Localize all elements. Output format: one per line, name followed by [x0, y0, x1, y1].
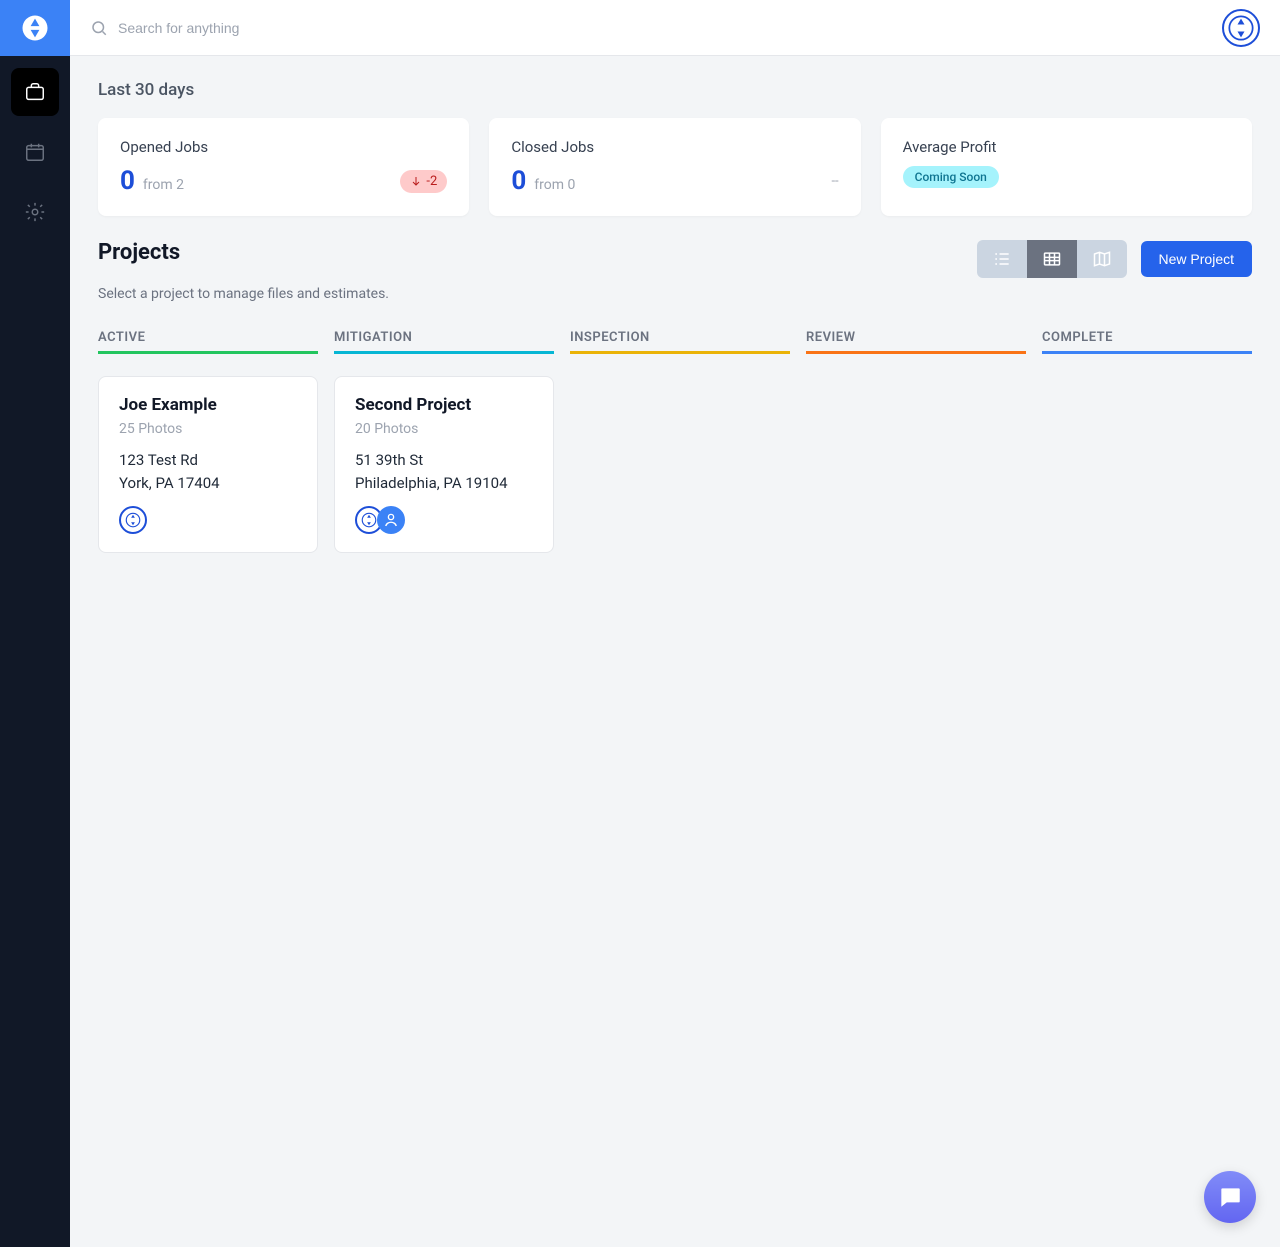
coming-soon-badge: Coming Soon	[903, 166, 999, 188]
project-users	[355, 506, 533, 534]
stat-card-closed: Closed Jobs 0 from 0 --	[489, 118, 860, 216]
search-input[interactable]	[118, 20, 418, 36]
addr-line-1: 123 Test Rd	[119, 449, 297, 472]
column-inspection: INSPECTION	[570, 330, 790, 553]
column-active: ACTIVE Joe Example 25 Photos 123 Test Rd…	[98, 330, 318, 553]
projects-heading: Projects	[98, 240, 180, 265]
project-card[interactable]: Second Project 20 Photos 51 39th St Phil…	[334, 376, 554, 553]
briefcase-icon	[24, 81, 46, 103]
column-header: INSPECTION	[570, 330, 790, 354]
aperture-icon	[1227, 14, 1255, 42]
gear-icon	[24, 201, 46, 223]
addr-line-1: 51 39th St	[355, 449, 533, 472]
table-icon	[1042, 249, 1062, 269]
topbar	[70, 0, 1280, 56]
stat-left: 0 from 0	[511, 166, 575, 196]
stat-value: 0	[120, 166, 135, 196]
projects-subheading: Select a project to manage files and est…	[98, 286, 1252, 302]
stat-card-opened: Opened Jobs 0 from 2 -2	[98, 118, 469, 216]
view-map-button[interactable]	[1077, 240, 1127, 278]
column-header: COMPLETE	[1042, 330, 1252, 354]
stat-card-profit: Average Profit Coming Soon	[881, 118, 1252, 216]
user-avatar[interactable]	[1222, 9, 1260, 47]
aperture-icon	[124, 511, 142, 529]
chat-bubble-button[interactable]	[1204, 1171, 1256, 1223]
view-board-button[interactable]	[1027, 240, 1077, 278]
project-photos: 25 Photos	[119, 421, 297, 437]
projects-controls: New Project	[977, 240, 1252, 278]
period-label: Last 30 days	[98, 80, 1252, 100]
stat-delta-badge: -2	[400, 170, 447, 193]
stat-value: 0	[511, 166, 526, 196]
stat-title: Closed Jobs	[511, 138, 838, 156]
addr-line-2: Philadelphia, PA 19104	[355, 472, 533, 495]
column-review: REVIEW	[806, 330, 1026, 553]
project-user-avatar	[377, 506, 405, 534]
chat-icon	[1217, 1184, 1243, 1210]
view-toggle	[977, 240, 1127, 278]
stat-from: from 2	[143, 177, 184, 193]
column-header: MITIGATION	[334, 330, 554, 354]
project-users	[119, 506, 297, 534]
column-complete: COMPLETE	[1042, 330, 1252, 553]
arrow-down-icon	[410, 175, 422, 187]
map-icon	[1092, 249, 1112, 269]
column-header: ACTIVE	[98, 330, 318, 354]
main: Last 30 days Opened Jobs 0 from 2 -2	[70, 0, 1280, 577]
column-mitigation: MITIGATION Second Project 20 Photos 51 3…	[334, 330, 554, 553]
aperture-icon	[360, 511, 378, 529]
sidebar-item-projects[interactable]	[11, 68, 59, 116]
column-header: REVIEW	[806, 330, 1026, 354]
search-icon	[90, 19, 108, 37]
project-photos: 20 Photos	[355, 421, 533, 437]
stat-body: 0 from 2 -2	[120, 166, 447, 196]
user-icon	[382, 511, 400, 529]
stat-left: 0 from 2	[120, 166, 184, 196]
project-address: 51 39th St Philadelphia, PA 19104	[355, 449, 533, 494]
calendar-icon	[24, 141, 46, 163]
app-logo[interactable]	[0, 0, 70, 56]
stat-body: 0 from 0 --	[511, 166, 838, 196]
list-icon	[992, 249, 1012, 269]
stat-from: from 0	[534, 177, 575, 193]
project-user-avatar	[119, 506, 147, 534]
project-card[interactable]: Joe Example 25 Photos 123 Test Rd York, …	[98, 376, 318, 553]
projects-header: Projects	[98, 240, 1252, 278]
stats-row: Opened Jobs 0 from 2 -2 Closed Jobs	[98, 118, 1252, 216]
board-columns: ACTIVE Joe Example 25 Photos 123 Test Rd…	[98, 330, 1252, 553]
project-address: 123 Test Rd York, PA 17404	[119, 449, 297, 494]
project-name: Second Project	[355, 395, 533, 415]
project-name: Joe Example	[119, 395, 297, 415]
search-wrap	[90, 19, 1222, 37]
sidebar-item-settings[interactable]	[11, 188, 59, 236]
new-project-button[interactable]: New Project	[1141, 241, 1252, 277]
sidebar	[0, 0, 70, 1247]
stat-right-value: --	[831, 174, 838, 189]
stat-title: Average Profit	[903, 138, 1230, 156]
content: Last 30 days Opened Jobs 0 from 2 -2	[70, 56, 1280, 577]
aperture-icon	[20, 13, 50, 43]
addr-line-2: York, PA 17404	[119, 472, 297, 495]
stat-delta-value: -2	[426, 174, 437, 189]
view-list-button[interactable]	[977, 240, 1027, 278]
stat-title: Opened Jobs	[120, 138, 447, 156]
sidebar-item-calendar[interactable]	[11, 128, 59, 176]
